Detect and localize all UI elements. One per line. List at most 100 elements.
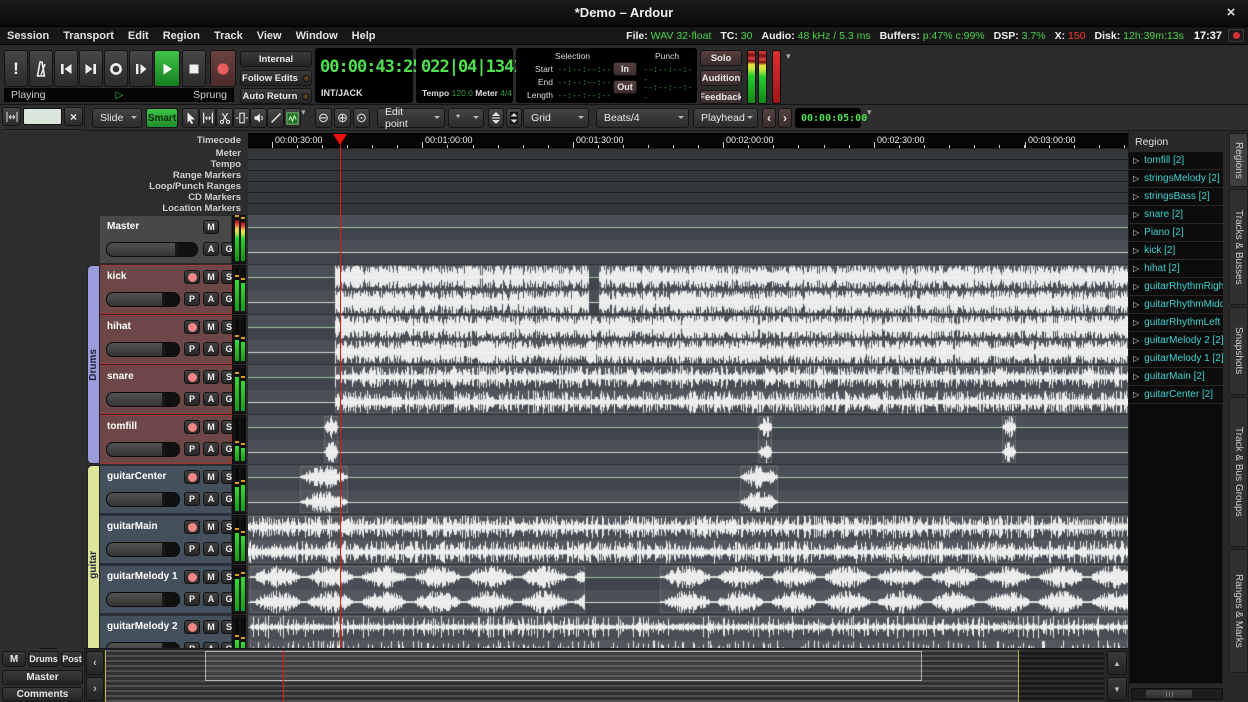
error-log-icon[interactable] [1228, 29, 1244, 42]
scroll-up-button[interactable]: ▲ [1107, 651, 1127, 675]
expander-icon[interactable]: ▷ [1133, 228, 1139, 237]
track-m-button[interactable]: M [203, 420, 219, 434]
track-m-button[interactable]: M [203, 370, 219, 384]
track-fader[interactable] [106, 342, 180, 357]
strip-width-icon[interactable] [2, 107, 21, 126]
region-list-scrollbar[interactable] [1131, 688, 1223, 700]
zoom-out-button[interactable]: ⊖ [315, 108, 332, 128]
side-tab-snapshots[interactable]: Snapshots [1229, 307, 1248, 395]
track-a-button[interactable]: A [203, 242, 219, 256]
region-item-piano-2-[interactable]: ▷Piano [2] [1129, 224, 1223, 242]
track-a-button[interactable]: A [203, 442, 219, 456]
stop-button[interactable] [182, 50, 206, 87]
track-header-guitarmelody-1[interactable]: guitarMelody 1MSPAG [99, 565, 232, 614]
track-p-button[interactable]: P [184, 292, 200, 306]
loop-button[interactable] [104, 50, 128, 87]
track-p-button[interactable]: P [184, 392, 200, 406]
summary-scroll-right-button[interactable]: › [86, 677, 104, 701]
track-m-button[interactable]: M [203, 220, 219, 234]
track-fader[interactable] [106, 492, 180, 507]
expander-icon[interactable]: ▷ [1133, 282, 1139, 291]
track-header-kick[interactable]: kickMSPAG [99, 265, 232, 314]
smart-mode-button[interactable]: Smart [146, 108, 178, 128]
track-m-button[interactable]: M [203, 270, 219, 284]
marker-combo[interactable]: * [448, 108, 484, 128]
internal-toggle[interactable]: Internal [240, 51, 312, 67]
track-a-button[interactable]: A [203, 592, 219, 606]
track-header-master[interactable]: MasterMAG [99, 215, 232, 264]
solo-button[interactable]: Solo [700, 50, 742, 66]
track-a-button[interactable]: A [203, 542, 219, 556]
audition-button[interactable]: Audition [700, 70, 742, 86]
track-p-button[interactable]: P [184, 442, 200, 456]
strip-name-input[interactable] [23, 108, 62, 125]
region-item-kick-2-[interactable]: ▷kick [2] [1129, 242, 1223, 260]
summary-view-rectangle[interactable] [205, 651, 922, 681]
nudge-clock[interactable]: 00:00:05:00 [795, 108, 861, 128]
track-fader[interactable] [106, 392, 180, 407]
track-canvas[interactable] [248, 215, 1128, 648]
metronome-button[interactable] [29, 50, 53, 87]
punch-out-button[interactable]: Out [613, 80, 637, 94]
track-m-button[interactable]: M [203, 620, 219, 634]
auto-return-toggle[interactable]: Auto Return [240, 88, 312, 104]
ruler-lane-meter[interactable] [248, 148, 1128, 159]
nudge-larger-button[interactable] [506, 108, 522, 128]
feedback-button[interactable]: Feedback [700, 90, 742, 104]
side-tab-tracks-busses[interactable]: Tracks & Busses [1229, 189, 1248, 305]
track-m-button[interactable]: M [203, 520, 219, 534]
go-to-start-button[interactable] [54, 50, 78, 87]
track-fader[interactable] [106, 542, 180, 557]
expander-icon[interactable]: ▷ [1133, 372, 1139, 381]
draw-tool-button[interactable] [267, 108, 284, 128]
menu-view[interactable]: View [250, 28, 289, 44]
track-fader[interactable] [106, 592, 180, 607]
track-name[interactable]: guitarMelody 1 [107, 571, 178, 582]
ruler-lane-location-markers[interactable] [248, 203, 1128, 214]
ruler-lane-cd-markers[interactable] [248, 192, 1128, 203]
group-tab-guitar[interactable]: guitar [87, 465, 100, 648]
track-p-button[interactable]: P [184, 592, 200, 606]
play-button[interactable] [154, 50, 180, 87]
region-item-hihat-2-[interactable]: ▷hihat [2] [1129, 260, 1223, 278]
region-item-guitarrhythmmiddle-2-[interactable]: ▷guitarRhythmMiddle [2] [1129, 296, 1223, 314]
track-m-button[interactable]: M [203, 320, 219, 334]
track-name[interactable]: guitarMelody 2 [107, 621, 178, 632]
expander-icon[interactable]: ▷ [1133, 318, 1139, 327]
region-item-guitarcenter-2-[interactable]: ▷guitarCenter [2] [1129, 386, 1223, 404]
track-fader[interactable] [106, 242, 198, 257]
strip-post-tab[interactable]: Post [61, 651, 83, 667]
region-item-guitarmelody-2-2-[interactable]: ▷guitarMelody 2 [2] [1129, 332, 1223, 350]
punch-in-button[interactable]: In [613, 62, 637, 76]
playhead-line[interactable] [340, 145, 341, 648]
expander-icon[interactable]: ▷ [1133, 210, 1139, 219]
record-arm-button[interactable] [184, 320, 200, 334]
track-name[interactable]: guitarMain [107, 521, 158, 532]
track-p-button[interactable]: P [184, 542, 200, 556]
menu-session[interactable]: Session [0, 28, 56, 44]
track-a-button[interactable]: A [203, 342, 219, 356]
track-p-button[interactable]: P [184, 342, 200, 356]
track-name[interactable]: guitarCenter [107, 471, 166, 482]
track-a-button[interactable]: A [203, 392, 219, 406]
region-item-stringsbass-2-[interactable]: ▷stringsBass [2] [1129, 188, 1223, 206]
region-item-guitarmain-2-[interactable]: ▷guitarMain [2] [1129, 368, 1223, 386]
track-p-button[interactable]: P [184, 492, 200, 506]
snap-unit-combo[interactable]: Beats/4 [596, 108, 689, 128]
track-name[interactable]: hihat [107, 321, 131, 332]
region-item-guitarrhythmleft-2-[interactable]: ▷guitarRhythmLeft [2] [1129, 314, 1223, 332]
side-tab-regions[interactable]: Regions [1229, 133, 1248, 187]
edit-point-combo[interactable]: Edit point [377, 108, 445, 128]
region-item-stringsmelody-2-[interactable]: ▷stringsMelody [2] [1129, 170, 1223, 188]
strip-master-button[interactable]: Master [2, 670, 83, 685]
grab-tool-button[interactable] [182, 108, 199, 128]
record-button[interactable] [210, 50, 236, 87]
strip-midi-tab[interactable]: M [2, 651, 26, 667]
go-to-end-button[interactable] [79, 50, 103, 87]
track-name[interactable]: snare [107, 371, 134, 382]
record-arm-button[interactable] [184, 270, 200, 284]
track-name[interactable]: Master [107, 221, 139, 232]
midi-panic-button[interactable]: ! [4, 50, 28, 87]
region-item-snare-2-[interactable]: ▷snare [2] [1129, 206, 1223, 224]
expander-icon[interactable]: ▷ [1133, 264, 1139, 273]
